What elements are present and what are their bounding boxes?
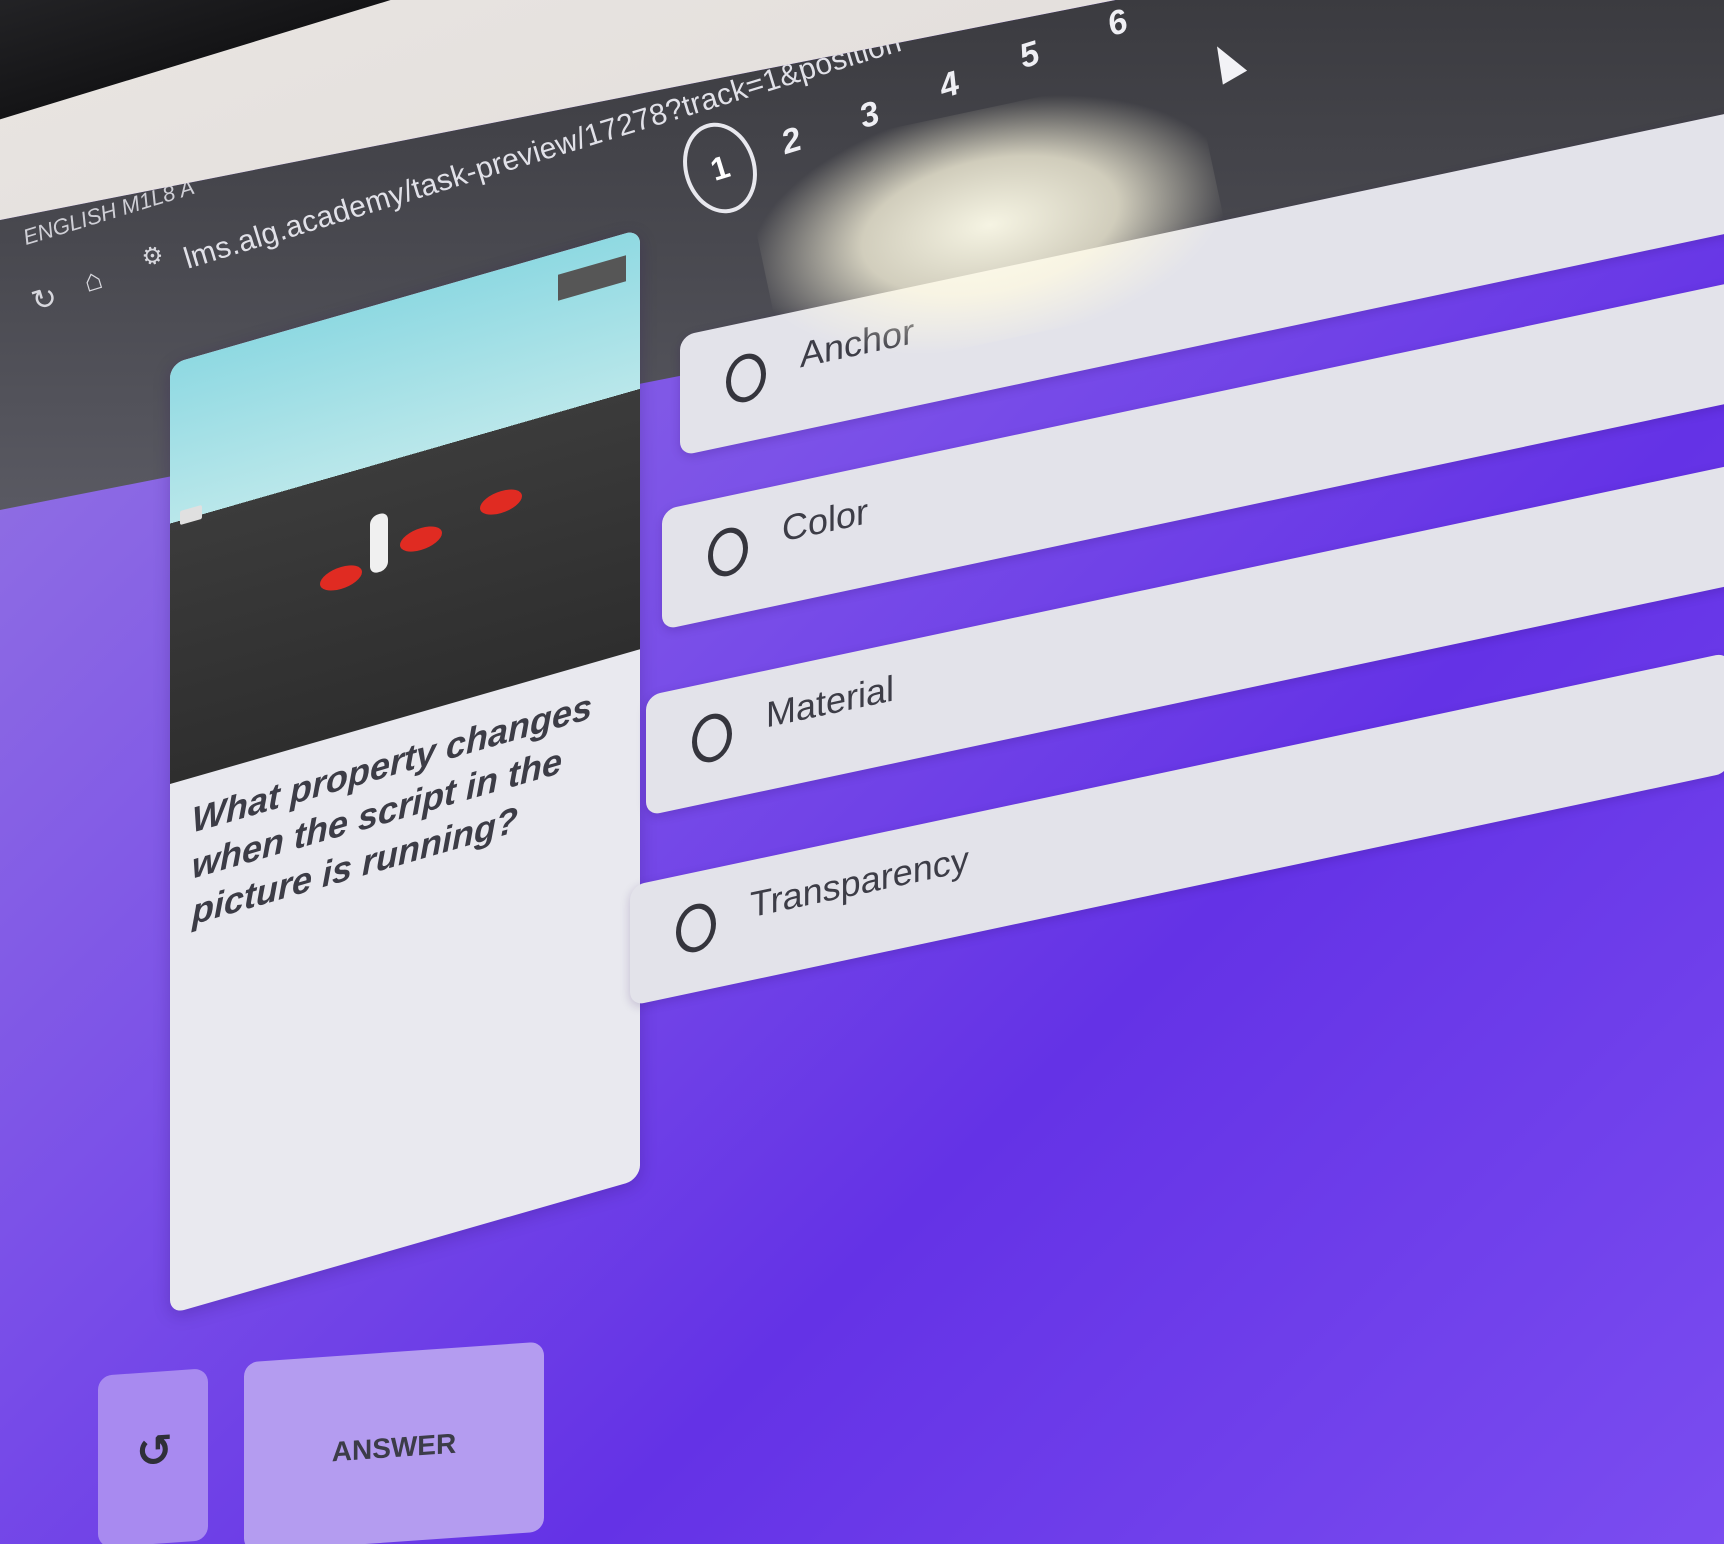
option-label: Anchor bbox=[800, 310, 915, 376]
option-label: Transparency bbox=[750, 837, 969, 926]
red-part bbox=[320, 560, 362, 595]
answer-button[interactable]: ANSWER bbox=[244, 1341, 544, 1544]
undo-icon: ↺ bbox=[136, 1425, 173, 1478]
answer-label: ANSWER bbox=[331, 1427, 457, 1468]
close-icon[interactable]: × bbox=[439, 18, 466, 56]
monitor-bezel bbox=[0, 0, 526, 123]
radio-button[interactable] bbox=[676, 899, 716, 957]
scene-badge bbox=[180, 504, 202, 526]
close-icon[interactable]: × bbox=[173, 138, 200, 176]
tab-label: Cursed castle bbox=[262, 80, 399, 144]
player-character bbox=[370, 511, 388, 575]
undo-button[interactable]: ↺ bbox=[98, 1368, 208, 1544]
scene-sign bbox=[558, 255, 626, 301]
radio-button[interactable] bbox=[708, 523, 748, 581]
option-label: Color bbox=[782, 490, 869, 550]
radio-button[interactable] bbox=[726, 349, 766, 407]
tab-cursed-castle[interactable]: A Cursed castle bbox=[236, 80, 399, 152]
screen: ENGLISH M1L8 A × A Cursed castle × ↻ ⌂ ⚙ … bbox=[0, 0, 1724, 1544]
a-letter-icon: A bbox=[237, 127, 261, 152]
question-card: What property changes when the script in… bbox=[170, 229, 640, 1314]
red-part bbox=[400, 522, 442, 557]
radio-button[interactable] bbox=[692, 709, 732, 767]
option-label: Material bbox=[766, 667, 895, 736]
red-part bbox=[480, 485, 522, 520]
